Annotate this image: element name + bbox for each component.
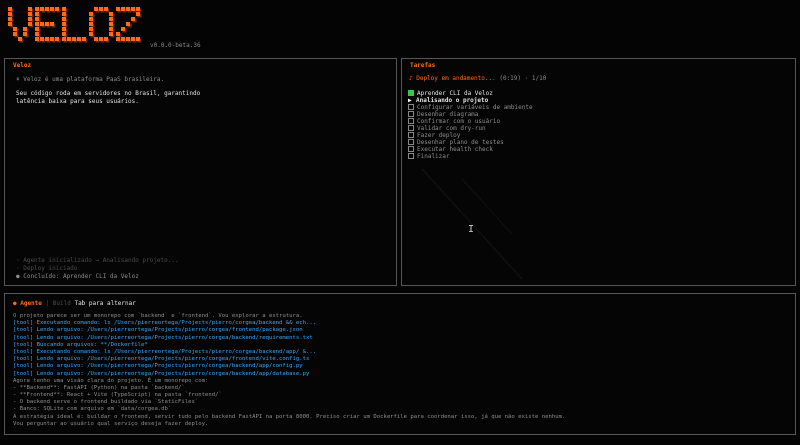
task-label: Executar health check [417,146,493,153]
task-item: Finalizar [408,152,533,160]
log-line-tool: [tool] Executando comando: ls /Users/pie… [13,320,317,327]
text-cursor-icon: I [468,224,475,235]
log-line-tool: [tool] Lendo arquivo: /Users/pierreorteg… [13,334,313,341]
task-label: Analisando o projeto [416,97,489,104]
deploy-status: ♪ Deploy em andamento... (0:19) · 1/10 [409,75,546,83]
log-line-tool: [tool] Lendo arquivo: /Users/pierreorteg… [13,363,303,370]
version-label: v0.0.0-beta.36 [150,42,201,49]
tab-bar: ● Agente | Build Tab para alternar [13,300,136,307]
task-item-active: ▶ Analisando o projeto [408,97,533,104]
task-item: Fazer deploy [408,131,533,139]
task-label: Desenhar plano de testes [417,139,504,146]
tasks-panel-title: Tarefas [410,62,436,69]
checkbox-empty-icon [408,103,414,110]
checkbox-empty-icon [408,110,414,117]
tasks-panel: Tarefas ♪ Deploy em andamento... (0:19) … [401,58,796,286]
log-line: - **Backend**: FastAPI (Python) na pasta… [13,384,185,391]
checkbox-empty-icon [408,145,414,152]
task-item: Configurar variáveis de ambiente [408,103,533,111]
veloz-logo-graphic [8,7,142,43]
task-label: Finalizar [417,153,450,160]
log-line: - Banco: SQLite com arquivo em `data/cor… [13,406,172,413]
log-line-tool: [tool] Lendo arquivo: /Users/pierreorteg… [13,327,303,334]
checkbox-empty-icon [408,131,414,138]
log-line-tool: [tool] Lendo arquivo: /Users/pierreorteg… [13,356,310,363]
veloz-logo [6,4,146,48]
task-item: Desenhar plano de testes [408,138,533,146]
log-line: Agora tenho uma visão clara do projeto. … [13,377,209,384]
checkbox-empty-icon [408,138,414,145]
history-item-latest: ● Concluído: Aprender CLI da Veloz [16,273,139,280]
log-line: - O backend serve o frontend buildado vi… [13,399,199,406]
deploy-sep: · [524,75,529,82]
deploy-elapsed: (0:19) [499,75,522,82]
task-item: Validar com dry-run [408,124,533,132]
tab-hint: Tab para alternar [74,300,136,307]
history-item: ◦ Agente inicializado → Analisando proje… [16,257,179,264]
task-item-done: Aprender CLI da Veloz [408,89,533,97]
task-item: Executar health check [408,145,533,153]
deploy-progress: 1/10 [531,75,547,82]
task-item: Confirmar com o usuário [408,117,533,125]
log-line: - **Frontend**: React + Vite (TypeScript… [13,392,222,399]
log-line: A estratégia ideal é: buildar o frontend… [13,413,566,420]
agent-panel[interactable]: ● Agente | Build Tab para alternar O pro… [4,293,796,435]
log-line-tool: [tool] Buscando arquivos: **/Dockerfile* [13,341,148,348]
task-label: Validar com dry-run [417,125,486,132]
checkbox-empty-icon [408,124,414,131]
checkbox-empty-icon [408,152,414,159]
checkbox-checked-icon [408,89,414,96]
log-line-tool: [tool] Lendo arquivo: /Users/pierreorteg… [13,370,310,377]
deploy-status-text: ♪ Deploy em andamento... [409,75,496,82]
task-label: Configurar variáveis de ambiente [417,104,533,111]
checkbox-empty-icon [408,117,414,124]
tab-build[interactable]: | Build [46,300,71,307]
veloz-panel-title: Veloz [13,62,32,69]
task-label: Confirmar com o usuário [417,118,501,125]
task-label: Fazer deploy [417,132,461,139]
veloz-body-line-2: latência baixa para seus usuários. [16,98,139,105]
task-label: Desenhar diagrama [417,111,479,118]
task-item: Desenhar diagrama [408,110,533,118]
veloz-body-line-1: Seu código roda em servidores no Brasil,… [16,90,201,97]
task-list: Aprender CLI da Veloz ▶ Analisando o proj… [408,89,533,160]
veloz-intro: ⚘ Veloz é uma plataforma PaaS brasileira… [16,76,165,83]
veloz-panel: Veloz ⚘ Veloz é uma plataforma PaaS bras… [4,58,397,286]
agent-log: O projeto parece ser um monorepo com `ba… [13,313,565,428]
tab-agente[interactable]: ● Agente [13,300,42,307]
task-label: Aprender CLI da Veloz [417,90,493,97]
log-line-tool: [tool] Executando comando: ls /Users/pie… [13,348,317,355]
log-line: Vou perguntar ao usuário qual serviço de… [13,420,209,427]
log-line: O projeto parece ser um monorepo com `ba… [13,313,303,319]
history-item: ◦ Deploy iniciado [16,265,78,272]
